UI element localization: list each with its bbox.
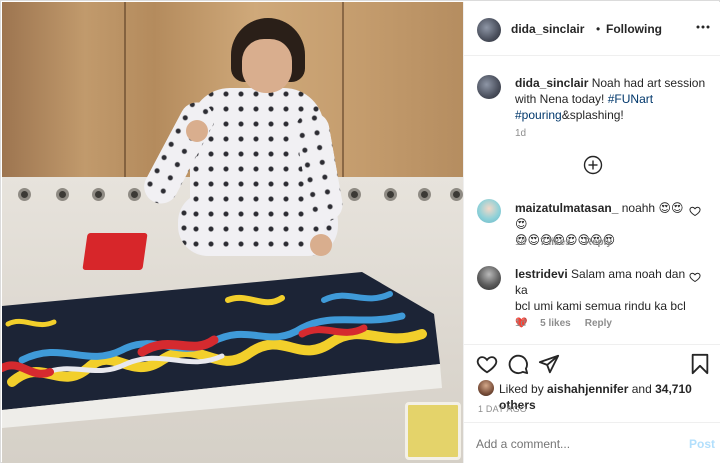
- post-header: dida_sinclair • Following: [464, 2, 720, 56]
- comment-icon[interactable]: [507, 353, 529, 375]
- likes-summary: Liked by aishahjennifer and 34,710 other…: [499, 381, 720, 413]
- comment-username[interactable]: maizatulmatasan_: [515, 201, 618, 215]
- post-actions: Liked by aishahjennifer and 34,710 other…: [464, 344, 720, 424]
- post-frame: dida_sinclair • Following dida_sinclair …: [0, 0, 720, 463]
- kid-hand: [186, 120, 208, 142]
- hashtag-pouring[interactable]: #pouring: [515, 108, 562, 122]
- wall-seam: [342, 2, 344, 197]
- like-comment-heart-icon[interactable]: [689, 205, 701, 217]
- kid-face: [242, 39, 292, 93]
- hashtag-funart[interactable]: #FUNart: [608, 92, 653, 106]
- grommet: [92, 188, 105, 201]
- liker-avatar[interactable]: [478, 380, 494, 396]
- dot-separator: •: [596, 22, 601, 36]
- add-comment-bar: Post: [464, 422, 720, 463]
- comment-meta: 1d 5 likes Reply: [515, 318, 612, 329]
- heart-icon[interactable]: [476, 353, 498, 375]
- kid-hand: [310, 234, 332, 256]
- bookmark-icon[interactable]: [690, 353, 710, 375]
- liker-username[interactable]: aishahjennifer: [547, 382, 628, 396]
- comment-time: 1d: [515, 318, 527, 329]
- post-photo[interactable]: [2, 2, 463, 463]
- plus-circle-icon[interactable]: [583, 155, 603, 175]
- comment-username[interactable]: lestridevi: [515, 267, 568, 281]
- grommet: [418, 188, 431, 201]
- comment-text-line2: bcl umi kami semua rindu ka bcl: [515, 299, 686, 313]
- following-button[interactable]: Following: [606, 21, 662, 37]
- post-comment-button[interactable]: Post: [689, 437, 715, 451]
- grommet: [348, 188, 361, 201]
- author-avatar[interactable]: [477, 18, 501, 42]
- caption-text: dida_sinclair Noah had art session with …: [515, 75, 715, 123]
- grommet: [450, 188, 463, 201]
- grommet: [56, 188, 69, 201]
- caption-time: 1d: [515, 128, 527, 139]
- post-age: 1 DAY AGO: [478, 404, 527, 414]
- commenter-avatar[interactable]: [477, 266, 501, 290]
- comment-likes[interactable]: 7 likes: [540, 237, 571, 248]
- author-username[interactable]: dida_sinclair: [511, 22, 584, 36]
- comment-likes[interactable]: 5 likes: [540, 318, 571, 329]
- commenter-avatar[interactable]: [477, 199, 501, 223]
- share-icon[interactable]: [538, 353, 560, 375]
- reply-button[interactable]: Reply: [585, 318, 612, 329]
- grommet: [18, 188, 31, 201]
- grommet: [384, 188, 397, 201]
- more-options-icon[interactable]: [696, 24, 710, 30]
- comment-meta: 1d 7 likes Reply: [515, 237, 612, 248]
- caption-username[interactable]: dida_sinclair: [515, 76, 588, 90]
- comment-input[interactable]: [476, 435, 676, 453]
- reply-button[interactable]: Reply: [585, 237, 612, 248]
- liked-by-and: and: [631, 382, 652, 396]
- post-sidebar: dida_sinclair • Following dida_sinclair …: [463, 2, 720, 463]
- paint-cup: [405, 402, 461, 460]
- painted-canvas: [2, 272, 442, 428]
- caption-tail: &splashing!: [561, 108, 624, 122]
- like-comment-heart-icon[interactable]: [689, 271, 701, 283]
- comment-time: 1d: [515, 237, 527, 248]
- wall-seam: [124, 2, 126, 197]
- caption-avatar[interactable]: [477, 75, 501, 99]
- liked-by-prefix: Liked by: [499, 382, 544, 396]
- grommet: [128, 188, 141, 201]
